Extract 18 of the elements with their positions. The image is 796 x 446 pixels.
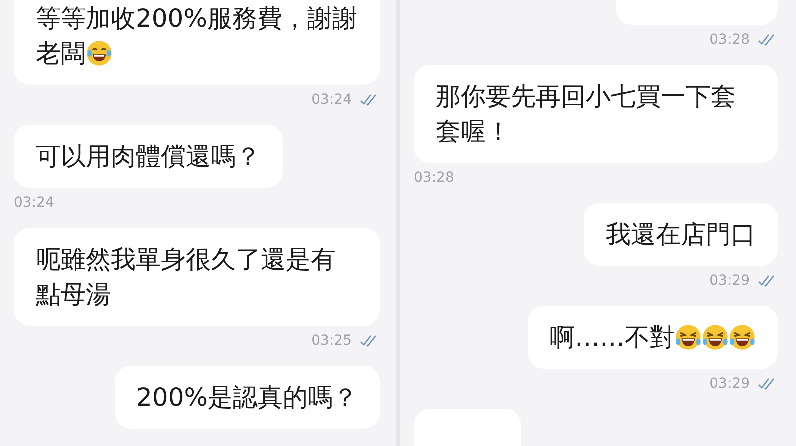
- timestamp: 03:24: [14, 195, 54, 211]
- timestamp: 03:28: [710, 32, 750, 48]
- timestamp: 03:25: [312, 333, 352, 349]
- laughing-face-icon: [702, 324, 729, 351]
- timestamp: 03:24: [312, 92, 352, 108]
- message-bubble: 我還在店門口: [584, 203, 778, 266]
- message-bubble: 啊……不對: [528, 306, 778, 369]
- laughing-face-icon: [729, 324, 756, 351]
- message-bubble: 可以用肉體償還嗎？: [14, 125, 283, 188]
- laughing-face-icon: [86, 40, 113, 67]
- message-bubble: 200%是認真的嗎？: [114, 366, 380, 429]
- timestamp: 03:28: [414, 170, 454, 186]
- timestamp: 03:29: [710, 273, 750, 289]
- message-bubble: 呃雖然我單身很久了還是有點母湯: [14, 228, 380, 326]
- laughing-face-icon: [675, 324, 702, 351]
- message-bubble: 等等加收200%服務費，謝謝老闆: [14, 0, 380, 85]
- timestamp: 03:29: [710, 376, 750, 392]
- message-bubble: 那你要先再回小七買一下套套喔！: [414, 65, 778, 163]
